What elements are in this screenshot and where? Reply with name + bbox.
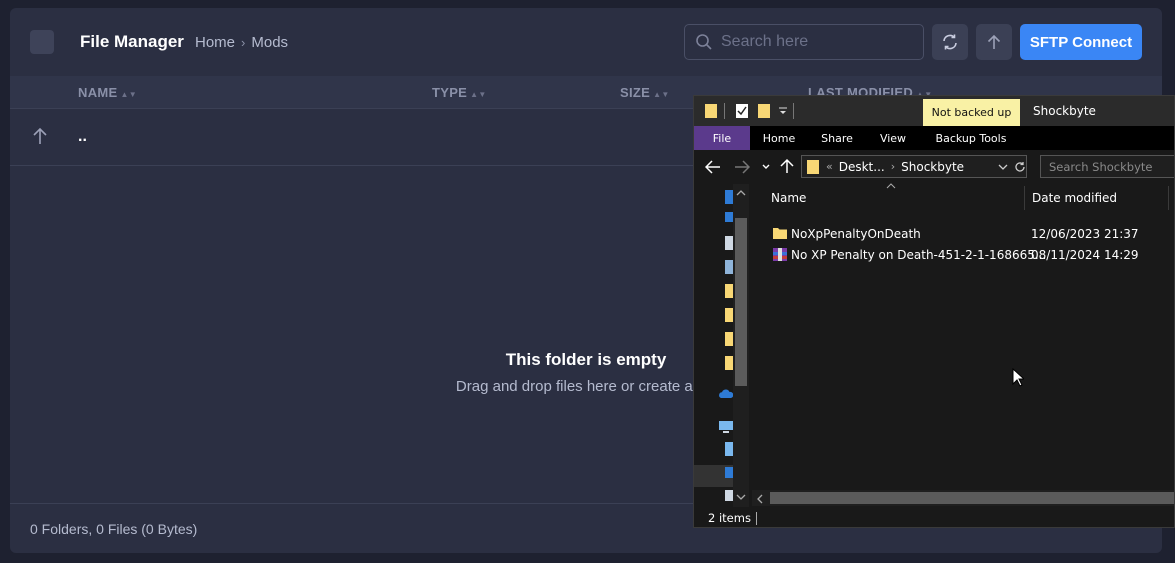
nav-scrollbar[interactable] — [733, 184, 749, 507]
sftp-connect-button[interactable]: SFTP Connect — [1020, 24, 1142, 60]
file-date: 12/06/2023 21:37 — [1031, 227, 1139, 241]
tab-share[interactable]: Share — [812, 126, 862, 150]
mouse-cursor-icon — [1012, 368, 1024, 387]
pictures-icon[interactable] — [725, 260, 733, 274]
divider — [724, 103, 725, 119]
address-bar[interactable]: « Deskt... › Shockbyte — [801, 155, 1027, 178]
column-type-label: TYPE — [432, 85, 468, 100]
archive-icon — [773, 248, 787, 261]
column-name-header[interactable]: Name — [771, 191, 806, 205]
folder-icon[interactable] — [725, 356, 733, 370]
drive-icon[interactable] — [725, 442, 733, 456]
column-size[interactable]: SIZE ▲▼ — [620, 85, 670, 100]
breadcrumb-separator: › — [241, 35, 246, 50]
drive-icon[interactable] — [725, 467, 733, 478]
file-date: 08/11/2024 14:29 — [1031, 248, 1139, 262]
tab-backup-tools[interactable]: Backup Tools — [928, 126, 1014, 150]
documents-icon[interactable] — [725, 236, 733, 250]
item-count: 2 items — [708, 511, 751, 525]
arrow-up-icon — [33, 127, 47, 144]
refresh-button[interactable] — [932, 24, 968, 60]
status-divider — [756, 512, 757, 525]
folder-icon[interactable] — [725, 332, 733, 346]
address-overflow[interactable]: « — [826, 160, 833, 173]
ribbon-tabs: File Home Share View Backup Tools — [694, 126, 1174, 150]
explorer-status-bar: 2 items — [694, 507, 1174, 527]
column-size-label: SIZE — [620, 85, 651, 100]
onedrive-icon[interactable] — [718, 389, 734, 399]
file-name: No XP Penalty on Death-451-2-1-168665... — [791, 248, 1047, 262]
address-parent[interactable]: Deskt... — [839, 160, 885, 174]
tab-home[interactable]: Home — [754, 126, 804, 150]
folder-stats: 0 Folders, 0 Files (0 Bytes) — [30, 521, 198, 537]
scroll-down-icon[interactable] — [736, 494, 746, 501]
scroll-left-icon[interactable] — [756, 494, 763, 504]
forward-arrow-icon[interactable] — [734, 160, 750, 174]
properties-icon[interactable] — [735, 103, 749, 119]
folder-icon — [705, 104, 717, 118]
sort-icon: ▲▼ — [120, 90, 137, 99]
breadcrumb-mods[interactable]: Mods — [251, 34, 288, 51]
file-list-pane: Name Date modified NoXpPenaltyOnDeath 12… — [752, 183, 1174, 507]
arrow-up-icon — [987, 34, 1001, 49]
explorer-window: Not backed up Shockbyte File Home Share … — [693, 95, 1175, 528]
refresh-icon[interactable] — [1014, 161, 1026, 173]
upload-button[interactable] — [976, 24, 1012, 60]
divider — [793, 103, 794, 119]
tab-view[interactable]: View — [870, 126, 916, 150]
folder-icon — [807, 159, 819, 174]
new-folder-icon[interactable] — [757, 103, 771, 119]
horizontal-scrollbar-thumb[interactable] — [770, 492, 1174, 504]
sort-icon: ▲▼ — [470, 90, 487, 99]
folder-icon[interactable] — [725, 308, 733, 322]
file-name: NoXpPenaltyOnDeath — [791, 227, 921, 241]
tab-file[interactable]: File — [694, 126, 750, 150]
column-name-label: NAME — [78, 85, 118, 100]
chevron-down-icon[interactable] — [998, 163, 1008, 171]
address-bar-row: « Deskt... › Shockbyte — [694, 150, 1174, 184]
horizontal-scrollbar[interactable] — [752, 490, 1174, 506]
explorer-search-box[interactable] — [1040, 155, 1174, 178]
up-arrow-icon[interactable] — [780, 158, 794, 174]
list-item[interactable]: No XP Penalty on Death-451-2-1-168665...… — [752, 245, 1174, 265]
search-icon — [696, 34, 712, 50]
folder-icon[interactable] — [725, 284, 733, 298]
breadcrumb-home[interactable]: Home — [195, 34, 235, 51]
recent-locations-icon[interactable] — [762, 163, 770, 171]
downloads-icon[interactable] — [725, 212, 733, 222]
list-item[interactable]: NoXpPenaltyOnDeath 12/06/2023 21:37 — [752, 224, 1174, 244]
file-manager-header: File Manager Home › Mods SFTP Connect — [10, 8, 1162, 76]
window-title: Shockbyte — [1033, 104, 1096, 118]
file-list-header: Name Date modified — [752, 183, 1174, 212]
search-box[interactable] — [684, 24, 924, 60]
chevron-right-icon: › — [890, 160, 896, 173]
address-current[interactable]: Shockbyte — [901, 160, 964, 174]
sort-ascending-icon — [886, 183, 896, 189]
column-divider[interactable] — [1024, 186, 1025, 210]
column-type[interactable]: TYPE ▲▼ — [432, 85, 487, 100]
quick-access-icon[interactable] — [725, 190, 733, 204]
navigation-pane — [694, 184, 751, 507]
scroll-up-icon[interactable] — [736, 189, 746, 196]
drive-icon[interactable] — [725, 490, 733, 501]
page-title: File Manager — [80, 32, 184, 51]
search-input[interactable] — [721, 33, 911, 51]
folder-icon — [773, 228, 787, 239]
this-pc-icon[interactable] — [718, 420, 734, 434]
sort-icon: ▲▼ — [653, 90, 670, 99]
explorer-search-input[interactable] — [1041, 156, 1174, 178]
parent-directory-label: .. — [78, 128, 87, 145]
refresh-icon — [943, 34, 957, 50]
nav-scrollbar-thumb[interactable] — [735, 218, 747, 386]
select-all-checkbox[interactable] — [30, 30, 54, 54]
column-modified-header[interactable]: Date modified — [1032, 191, 1117, 205]
column-name[interactable]: NAME ▲▼ — [78, 85, 137, 100]
back-arrow-icon[interactable] — [705, 160, 721, 174]
customize-dropdown-icon[interactable] — [778, 106, 788, 116]
breadcrumb: Home › Mods — [195, 34, 288, 51]
explorer-titlebar: Not backed up Shockbyte — [694, 96, 1174, 126]
column-divider[interactable] — [1168, 186, 1169, 210]
backup-status-badge[interactable]: Not backed up — [923, 99, 1020, 126]
